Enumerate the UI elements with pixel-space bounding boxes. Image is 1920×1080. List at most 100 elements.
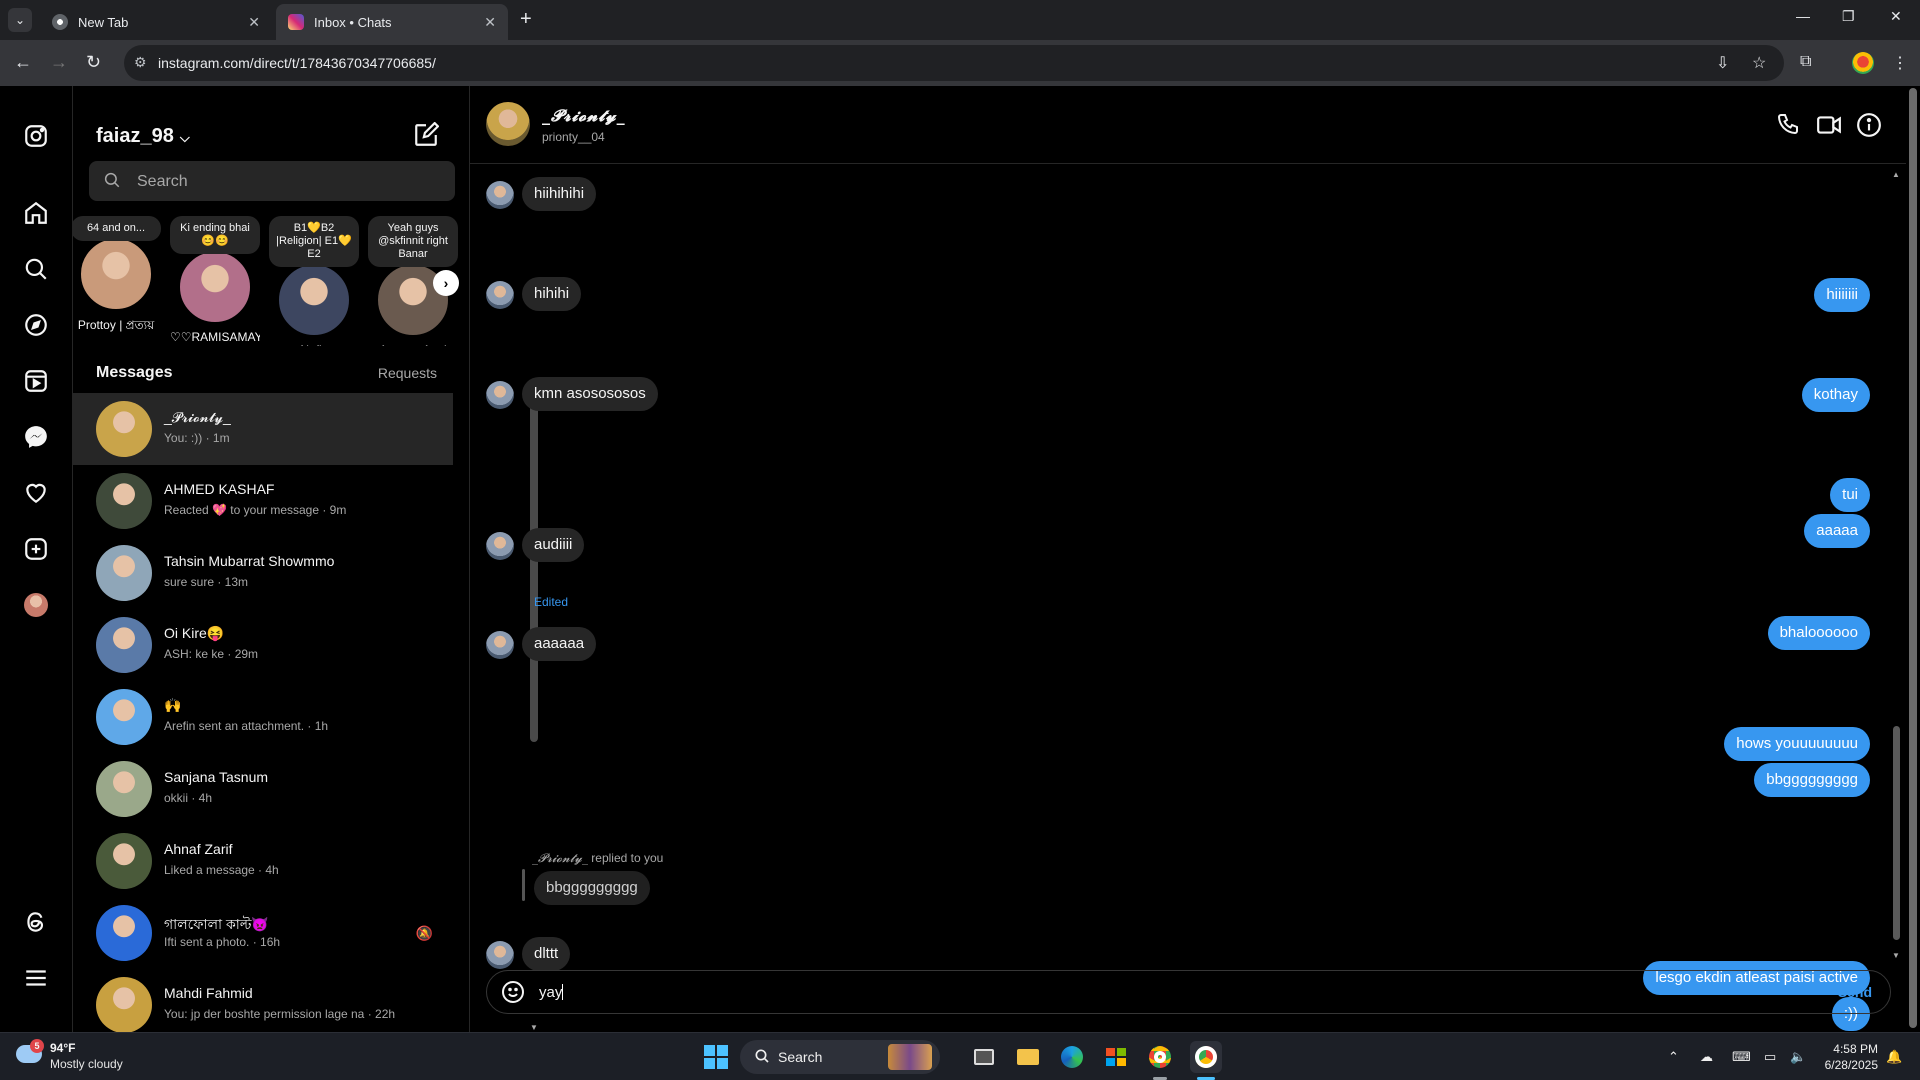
taskbar-search[interactable]: Search bbox=[740, 1040, 940, 1074]
minimize-icon[interactable]: — bbox=[1796, 8, 1810, 24]
keyboard-icon[interactable]: ⌨ bbox=[1732, 1049, 1751, 1065]
conversation-item[interactable]: Tahsin Mubarrat Showmmo sure sure · 13m bbox=[73, 537, 453, 609]
account-switcher[interactable]: faiaz_98 ⌵ bbox=[96, 125, 190, 148]
close-window-icon[interactable]: ✕ bbox=[1890, 8, 1902, 25]
received-message[interactable]: hihihi bbox=[522, 277, 582, 311]
maximize-icon[interactable]: ❐ bbox=[1842, 8, 1855, 25]
contact-avatar[interactable] bbox=[486, 102, 530, 146]
network-icon[interactable]: ▭ bbox=[1764, 1049, 1776, 1065]
quoted-message[interactable]: bbggggggggg bbox=[534, 871, 650, 905]
forward-icon[interactable]: → bbox=[50, 52, 68, 73]
scrollbar-thumb[interactable] bbox=[1893, 726, 1900, 940]
conversation-item[interactable]: Oi Kire😝 ASH: ke ke · 29m bbox=[73, 609, 453, 681]
start-button[interactable] bbox=[700, 1041, 732, 1073]
emoji-icon[interactable] bbox=[501, 980, 525, 1009]
sender-avatar[interactable] bbox=[486, 281, 514, 309]
scrollbar-thumb[interactable] bbox=[1909, 88, 1917, 1028]
sent-message[interactable]: tui bbox=[1830, 478, 1870, 512]
conversation-item[interactable]: Ahnaf Zarif Liked a message · 4h bbox=[73, 825, 453, 897]
sender-avatar[interactable] bbox=[486, 532, 514, 560]
tab-inbox-chats[interactable]: Inbox • Chats ✕ bbox=[276, 4, 508, 40]
chrome-menu-icon[interactable]: ⋮ bbox=[1892, 53, 1908, 73]
contact-name[interactable]: _𝓟𝓻𝓲𝓸𝓷𝓽𝔂_ bbox=[542, 106, 626, 126]
note-item[interactable]: 64 and on... Prottoy | প্রত্যয় bbox=[73, 216, 161, 337]
sent-message[interactable]: bbggggggggg bbox=[1754, 763, 1870, 797]
conversation-item[interactable]: AHMED KASHAF Reacted 💖 to your message · … bbox=[73, 465, 453, 537]
sent-message[interactable]: kothay bbox=[1801, 378, 1870, 412]
sent-message[interactable]: aaaaa bbox=[1804, 514, 1870, 548]
chevron-right-icon[interactable]: › bbox=[433, 270, 459, 296]
system-clock[interactable]: 4:58 PM 6/28/2025 bbox=[1812, 1041, 1878, 1073]
requests-link[interactable]: Requests bbox=[378, 365, 437, 381]
video-call-icon[interactable] bbox=[1816, 112, 1842, 138]
extensions-icon[interactable]: ⧉ bbox=[1800, 53, 1811, 71]
site-info-icon[interactable]: ⚙ bbox=[134, 54, 147, 71]
received-message[interactable]: dlttt bbox=[522, 937, 571, 971]
back-icon[interactable]: ← bbox=[14, 52, 32, 73]
note-item[interactable]: Ki ending bhai 😊😊 ♡♡RAMISAMAY... bbox=[170, 216, 260, 344]
tab-new-tab[interactable]: New Tab ✕ bbox=[40, 4, 272, 40]
sent-message[interactable]: hows youuuuuuuu bbox=[1724, 727, 1870, 761]
task-view-icon[interactable] bbox=[968, 1041, 1000, 1073]
sent-message[interactable]: bhaloooooo bbox=[1767, 616, 1870, 650]
conversation-item[interactable]: গালফোলা কাল্ট👿 Ifti sent a photo. · 16h 🔕 bbox=[73, 897, 453, 969]
explore-icon[interactable] bbox=[22, 311, 50, 339]
note-item[interactable]: B1💛B2 |Religion| E1💛E2 Nafis bbox=[269, 216, 359, 346]
close-tab-icon[interactable]: ✕ bbox=[248, 14, 260, 31]
edge-icon[interactable] bbox=[1056, 1041, 1088, 1073]
note-avatar[interactable] bbox=[178, 250, 252, 324]
info-icon[interactable] bbox=[1856, 112, 1882, 138]
sent-message[interactable]: hiiiiiii bbox=[1814, 278, 1870, 312]
microsoft-store-icon[interactable] bbox=[1100, 1041, 1132, 1073]
profile-avatar[interactable] bbox=[22, 591, 50, 619]
received-message[interactable]: audiiii bbox=[522, 528, 585, 562]
instagram-icon[interactable] bbox=[22, 122, 50, 150]
phone-icon[interactable] bbox=[1776, 112, 1802, 138]
sender-avatar[interactable] bbox=[486, 941, 514, 969]
create-icon[interactable] bbox=[22, 535, 50, 563]
reels-icon[interactable] bbox=[22, 367, 50, 395]
messenger-icon[interactable] bbox=[22, 423, 50, 451]
install-app-icon[interactable]: ⇩ bbox=[1716, 53, 1729, 73]
send-button[interactable]: Send bbox=[1838, 984, 1872, 1000]
tab-search-button[interactable]: ⌄ bbox=[8, 8, 32, 32]
received-message[interactable]: hiihihihi bbox=[522, 177, 597, 211]
chevron-up-icon[interactable]: ⌃ bbox=[1668, 1049, 1679, 1065]
search-input[interactable]: Search bbox=[89, 161, 455, 201]
threads-icon[interactable] bbox=[22, 908, 50, 936]
sender-avatar[interactable] bbox=[486, 381, 514, 409]
conversation-item[interactable]: 🙌 Arefin sent an attachment. · 1h bbox=[73, 681, 453, 753]
url-field[interactable]: ⚙ instagram.com/direct/t/178436703477066… bbox=[124, 45, 1784, 81]
note-bubble[interactable]: 64 and on... bbox=[73, 216, 161, 241]
close-tab-icon[interactable]: ✕ bbox=[484, 14, 496, 31]
home-icon[interactable] bbox=[22, 199, 50, 227]
file-explorer-icon[interactable] bbox=[1012, 1041, 1044, 1073]
new-tab-button[interactable]: + bbox=[520, 8, 532, 31]
note-avatar[interactable] bbox=[79, 237, 153, 311]
page-scrollbar[interactable] bbox=[1906, 86, 1920, 1032]
received-message[interactable]: kmn asosososos bbox=[522, 377, 658, 411]
note-avatar[interactable] bbox=[277, 263, 351, 337]
notification-bell-icon[interactable]: 🔔 bbox=[1886, 1049, 1902, 1065]
conversation-item[interactable]: Sanjana Tasnum okkii · 4h bbox=[73, 753, 453, 825]
message-composer[interactable]: yay Send bbox=[486, 970, 1891, 1014]
reload-icon[interactable]: ↻ bbox=[86, 52, 101, 73]
note-bubble[interactable]: Ki ending bhai 😊😊 bbox=[170, 216, 260, 254]
search-icon[interactable] bbox=[22, 255, 50, 283]
sender-avatar[interactable] bbox=[486, 631, 514, 659]
conversation-item[interactable]: _𝓟𝓻𝓲𝓸𝓷𝓽𝔂_ You: :)) · 1m bbox=[73, 393, 453, 465]
note-bubble[interactable]: Yeah guys @skfinnit right Banar bbox=[368, 216, 458, 267]
note-bubble[interactable]: B1💛B2 |Religion| E1💛E2 bbox=[269, 216, 359, 267]
conversation-item[interactable]: Mahdi Fahmid You: jp der boshte permissio… bbox=[73, 969, 453, 1032]
volume-icon[interactable]: 🔈 bbox=[1790, 1049, 1806, 1065]
bookmark-star-icon[interactable]: ☆ bbox=[1752, 53, 1766, 73]
sender-avatar[interactable] bbox=[486, 181, 514, 209]
menu-icon[interactable] bbox=[22, 964, 50, 992]
chrome-profile-taskbar-icon[interactable] bbox=[1190, 1041, 1222, 1073]
onedrive-icon[interactable]: ☁ bbox=[1700, 1049, 1713, 1065]
heart-icon[interactable] bbox=[22, 479, 50, 507]
new-message-icon[interactable] bbox=[413, 121, 440, 148]
chrome-profile-avatar[interactable] bbox=[1852, 52, 1874, 74]
thread-scrollbar[interactable]: ▲ ▼ bbox=[1890, 170, 1902, 960]
message-input[interactable]: yay bbox=[539, 984, 564, 1001]
